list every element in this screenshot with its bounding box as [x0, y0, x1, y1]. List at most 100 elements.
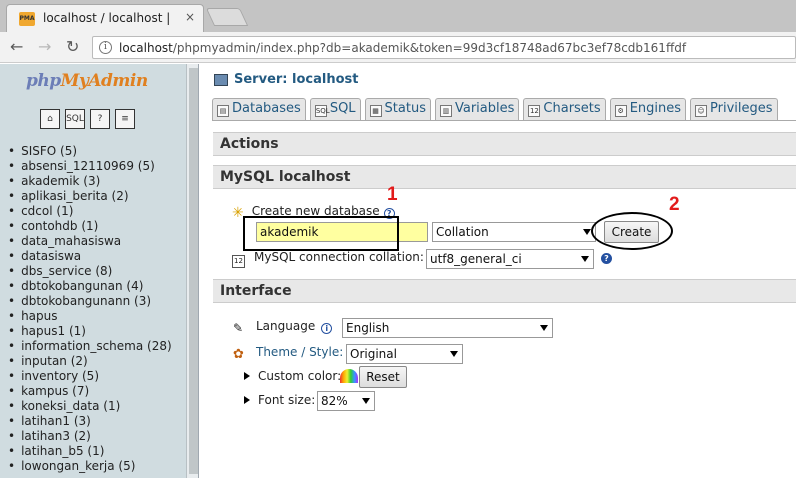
tabs-divider [212, 120, 796, 121]
rainbow-color-icon[interactable] [340, 369, 358, 383]
new-database-icon: ✳ [232, 205, 244, 221]
theme-link[interactable]: Theme / Style: [256, 345, 343, 359]
custom-color-label: Custom color: [258, 369, 342, 383]
font-size-label: Font size: [258, 393, 316, 407]
home-icon[interactable]: ⌂ [40, 109, 60, 129]
database-list-item[interactable]: data_mahasiswa [8, 234, 172, 249]
language-icon: ✎ [233, 321, 244, 335]
browser-tab[interactable]: PMA localhost / localhost | php × [6, 4, 204, 32]
connection-collation-select[interactable]: utf8_general_ci [426, 249, 594, 269]
database-list-item[interactable]: aplikasi_berita (2) [8, 189, 172, 204]
url-host: localhost [119, 41, 173, 55]
back-arrow-icon[interactable]: ← [10, 37, 23, 56]
database-list-item[interactable]: latihan3 (2) [8, 429, 172, 444]
annotation-box-1 [243, 216, 399, 251]
database-list-item[interactable]: cdcol (1) [8, 204, 172, 219]
help-icon[interactable]: ? [90, 109, 110, 129]
database-list-item[interactable]: absensi_12110969 (5) [8, 159, 172, 174]
logo-myadmin: MyAdmin [60, 71, 149, 91]
database-list-item[interactable]: dbtokobangunann (3) [8, 294, 172, 309]
language-select[interactable]: English [342, 318, 553, 338]
engines-icon: ⚙ [614, 105, 627, 117]
language-label: Language [256, 319, 316, 333]
database-list-item[interactable]: hapus1 (1) [8, 324, 172, 339]
database-list-item[interactable]: contohdb (1) [8, 219, 172, 234]
url-text: localhost/phpmyadmin/index.php?db=akadem… [119, 41, 686, 55]
theme-palette-icon: ✿ [233, 347, 244, 362]
collation-icon: 12 [232, 255, 245, 268]
chevron-down-icon [362, 398, 370, 404]
database-list-item[interactable]: inputan (2) [8, 354, 172, 369]
tab-close-icon[interactable]: × [185, 10, 195, 24]
tab-variables[interactable]: ▥ Variables [434, 98, 520, 120]
language-help-icon[interactable]: i [321, 323, 333, 334]
database-list-item[interactable]: kampus (7) [8, 384, 172, 399]
annotation-marker-2: 2 [669, 194, 680, 215]
database-list-item[interactable]: hapus [8, 309, 172, 324]
font-size-select[interactable]: 82% [317, 391, 375, 411]
expand-triangle-icon [244, 372, 250, 380]
tab-label: Status [384, 101, 426, 116]
theme-select[interactable]: Original [346, 344, 463, 364]
interface-heading: Interface [213, 279, 796, 303]
server-label: Server: localhost [234, 72, 359, 87]
server-breadcrumb[interactable]: Server: localhost [214, 72, 358, 87]
navigation-sidebar: phpMyAdmin ⌂SQL?≡ SISFO (5)absensi_12110… [0, 64, 199, 478]
sidebar-icon-row: ⌂ SQL? ≡ [40, 109, 140, 129]
phpmyadmin-logo[interactable]: phpMyAdmin [26, 71, 148, 91]
connection-collation-row: 12 MySQL connection collation: [232, 250, 424, 268]
page-info-icon[interactable]: i [99, 41, 112, 54]
database-list-item[interactable]: dbtokobangunan (4) [8, 279, 172, 294]
browser-toolbar: ← → ↻ i localhost/phpmyadmin/index.php?d… [0, 32, 796, 63]
tab-charsets[interactable]: 12 Charsets [523, 98, 606, 120]
collation-value: Collation [436, 225, 489, 239]
chevron-down-icon [583, 229, 591, 235]
font-size-row: Font size: [244, 393, 315, 407]
query-icon[interactable]: ≡ [115, 109, 135, 129]
database-list-item[interactable]: latihan1 (3) [8, 414, 172, 429]
mysql-heading: MySQL localhost [213, 165, 796, 189]
custom-color-row[interactable]: Custom color: [244, 369, 341, 383]
database-list-item[interactable]: akademik (3) [8, 174, 172, 189]
database-list-item[interactable]: koneksi_data (1) [8, 399, 172, 414]
database-list-item[interactable]: latihan_b5 (1) [8, 444, 172, 459]
connection-collation-label: MySQL connection collation: [254, 250, 424, 264]
database-list-item[interactable]: lowongan_kerja (5) [8, 459, 172, 474]
database-list-item[interactable]: information_schema (28) [8, 339, 172, 354]
scrollbar-thumb[interactable] [189, 68, 198, 474]
connection-collation-help-icon[interactable]: ? [601, 253, 612, 264]
sidebar-scrollbar[interactable] [186, 64, 198, 478]
theme-row: ✿ Theme / Style: [233, 345, 343, 362]
actions-heading: Actions [213, 132, 796, 156]
tab-label: Databases [232, 101, 301, 116]
tab-status[interactable]: ▦ Status [364, 98, 431, 120]
reload-icon[interactable]: ↻ [66, 37, 79, 56]
tab-sql[interactable]: SQLSQL [309, 98, 361, 120]
databases-icon: ▤ [217, 105, 229, 117]
server-icon [214, 73, 228, 86]
annotation-marker-1: 1 [387, 184, 398, 205]
connection-collation-value: utf8_general_ci [430, 252, 522, 266]
tab-engines[interactable]: ⚙ Engines [609, 98, 687, 120]
database-list-item[interactable]: dbs_service (8) [8, 264, 172, 279]
new-tab-button[interactable] [205, 8, 249, 26]
tab-label: Engines [629, 101, 682, 116]
url-path: /phpmyadmin/index.php?db=akademik&token=… [172, 41, 687, 55]
database-list-item[interactable]: datasiswa [8, 249, 172, 264]
tab-privileges[interactable]: ☺ Privileges [690, 98, 778, 120]
logo-php: php [26, 71, 61, 91]
language-row: ✎ Language i [233, 319, 333, 335]
sql-icon[interactable]: SQL [65, 109, 85, 129]
browser-tab-strip: PMA localhost / localhost | php × [0, 0, 796, 32]
collation-select[interactable]: Collation [432, 222, 596, 242]
theme-value: Original [350, 347, 397, 361]
chevron-down-icon [450, 351, 458, 357]
tab-databases[interactable]: ▤ Databases [212, 98, 306, 120]
reset-button[interactable]: Reset [359, 366, 407, 388]
charsets-icon: 12 [528, 105, 541, 117]
tab-label: SQL [329, 101, 356, 116]
database-list-item[interactable]: inventory (5) [8, 369, 172, 384]
forward-arrow-icon[interactable]: → [38, 37, 51, 56]
address-bar[interactable]: i localhost/phpmyadmin/index.php?db=akad… [92, 36, 796, 59]
database-list-item[interactable]: SISFO (5) [8, 144, 172, 159]
